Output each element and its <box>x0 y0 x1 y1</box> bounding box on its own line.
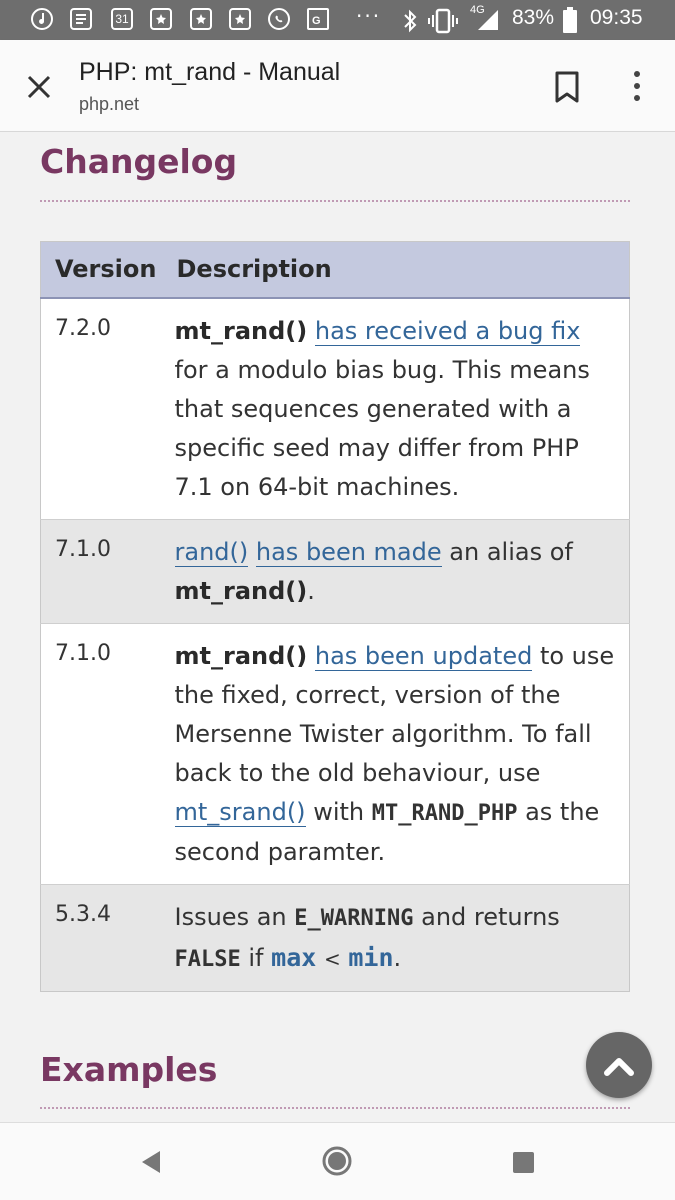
operator-text: < <box>323 946 341 971</box>
column-header-description: Description <box>158 241 630 299</box>
bookmark-icon <box>150 8 172 30</box>
examples-heading: Examples <box>40 1050 218 1089</box>
description-text: for a modulo bias bug. This means that s… <box>174 355 590 501</box>
description-text: . <box>307 576 315 605</box>
calendar-icon: 31 <box>111 8 133 30</box>
chevron-up-icon <box>604 1058 634 1076</box>
custom-tab-toolbar: PHP: mt_rand - Manual php.net <box>0 40 675 132</box>
signal-icon <box>478 10 498 30</box>
bookmark-icon <box>229 8 251 30</box>
version-cell: 7.1.0 <box>40 518 159 623</box>
version-cell: 7.2.0 <box>40 297 159 519</box>
status-bar: 31 G ··· 4G 83% 09:35 <box>0 0 675 40</box>
description-text: if <box>248 943 264 972</box>
page-content[interactable]: Changelog Version Description 7.2.0 mt_r… <box>0 132 675 1122</box>
whatsapp-icon <box>268 8 290 30</box>
mt-srand-link[interactable]: mt_srand() <box>174 797 306 827</box>
constant-code: FALSE <box>174 946 241 972</box>
constant-code: E_WARNING <box>294 905 414 931</box>
system-navigation-bar <box>0 1122 675 1200</box>
description-cell: mt_rand() has received a bug fix for a m… <box>158 297 630 519</box>
description-text: with <box>313 797 365 826</box>
page-domain: php.net <box>79 94 140 114</box>
recent-apps-icon[interactable] <box>513 1152 534 1173</box>
column-header-version: Version <box>40 241 159 299</box>
function-name: mt_rand() <box>174 316 308 345</box>
table-header-row: Version Description <box>40 241 630 299</box>
update-link[interactable]: has been updated <box>314 641 533 671</box>
changelog-heading: Changelog <box>40 142 238 181</box>
svg-text:G: G <box>312 15 321 26</box>
more-options-icon[interactable] <box>626 68 648 104</box>
page-title: PHP: mt_rand - Manual <box>79 58 341 86</box>
rand-link[interactable]: rand() <box>174 537 249 567</box>
bookmark-icon <box>190 8 212 30</box>
overflow-notifications: ··· <box>356 4 382 28</box>
description-text: and returns <box>421 902 560 931</box>
table-row: 7.1.0 mt_rand() has been updated to use … <box>40 622 630 884</box>
constant-code: MT_RAND_PHP <box>371 800 518 826</box>
function-name: mt_rand() <box>174 576 308 605</box>
parameter-min: min <box>348 942 394 972</box>
table-row: 7.1.0 rand() has been made an alias of m… <box>40 518 630 623</box>
parameter-max: max <box>271 942 317 972</box>
bookmark-icon[interactable] <box>553 70 581 104</box>
description-cell: Issues an E_WARNING and returns FALSE if… <box>158 883 630 991</box>
news-icon <box>70 8 92 30</box>
alias-change-link[interactable]: has been made <box>255 537 442 567</box>
battery-percent: 83% <box>512 6 555 29</box>
bluetooth-icon <box>404 9 417 33</box>
music-icon <box>31 8 53 30</box>
scroll-to-top-button[interactable] <box>586 1032 652 1098</box>
close-icon[interactable] <box>22 70 56 104</box>
battery-icon <box>563 7 577 33</box>
clock: 09:35 <box>590 6 643 29</box>
description-text: Issues an <box>174 902 287 931</box>
section-divider <box>40 1107 630 1109</box>
bug-fix-link[interactable]: has received a bug fix <box>314 316 581 346</box>
table-row: 5.3.4 Issues an E_WARNING and returns FA… <box>40 883 630 991</box>
back-icon[interactable] <box>140 1149 162 1175</box>
version-cell: 7.1.0 <box>40 622 159 884</box>
version-cell: 5.3.4 <box>40 883 159 991</box>
description-cell: rand() has been made an alias of mt_rand… <box>158 518 630 623</box>
table-row: 7.2.0 mt_rand() has received a bug fix f… <box>40 297 630 519</box>
maps-icon: G <box>307 8 329 30</box>
changelog-table: Version Description 7.2.0 mt_rand() has … <box>40 241 630 992</box>
description-text: . <box>393 943 402 972</box>
description-cell: mt_rand() has been updated to use the fi… <box>158 622 630 884</box>
home-icon[interactable] <box>321 1145 353 1177</box>
section-divider <box>40 200 630 202</box>
description-text: an alias of <box>449 537 573 566</box>
function-name: mt_rand() <box>174 641 308 670</box>
vibrate-icon <box>428 8 458 34</box>
